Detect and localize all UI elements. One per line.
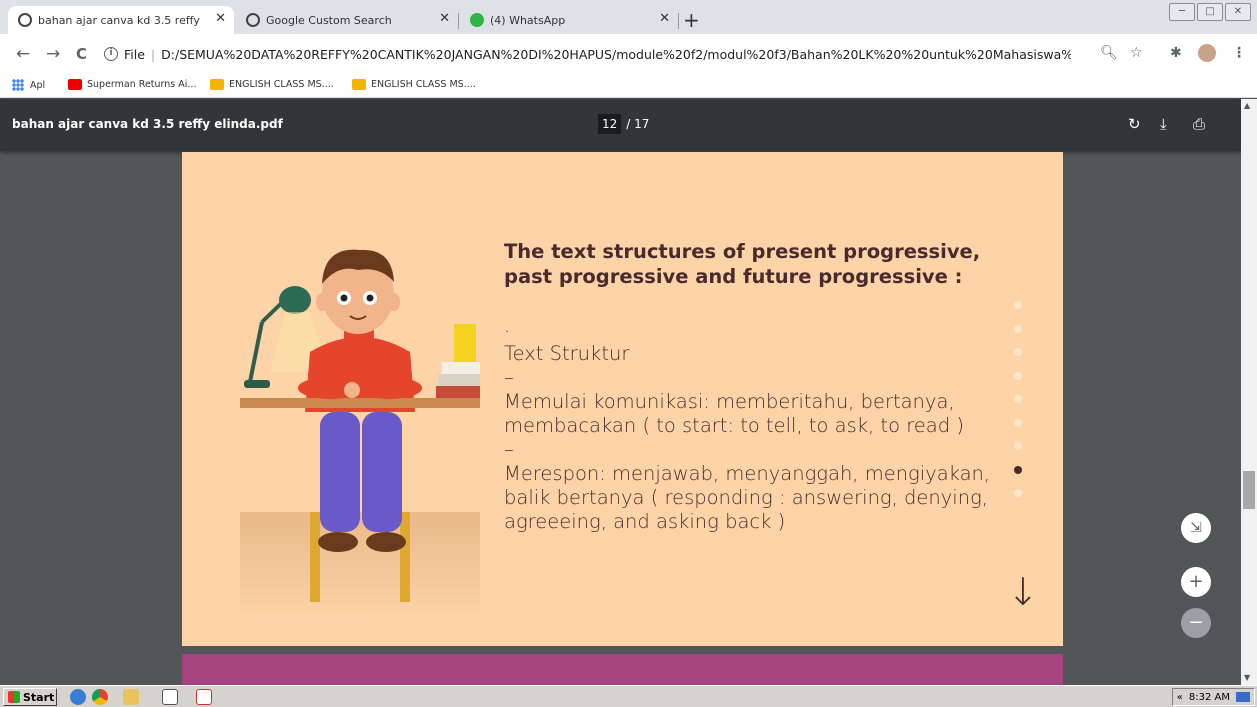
windows-taskbar: Start « 8:32 AM [0,685,1257,707]
progress-dot [1014,324,1022,333]
tab-pdf[interactable]: bahan ajar canva kd 3.5 reffy elinda ✕ [8,6,234,34]
page-number-input[interactable]: 12 [598,114,622,134]
close-icon[interactable]: ✕ [659,11,670,26]
slide-line: Merespon: menjawab, menyanggah, mengiyak… [504,462,991,533]
print-icon[interactable]: ⎙ [1193,115,1205,133]
arrow-down-icon: ↓ [1007,570,1039,614]
bookmark-label: ENGLISH CLASS MS.... [229,79,334,90]
windows-logo-icon [8,691,20,703]
pdf-filename: bahan ajar canva kd 3.5 reffy elinda.pdf [12,117,283,131]
slide-line: . [504,314,511,337]
globe-icon [246,13,260,27]
address-bar[interactable]: i File | D:/SEMUA%20DATA%20REFFY%20CANTI… [104,41,1154,67]
forward-button[interactable]: → [46,44,60,64]
tab-strip: bahan ajar canva kd 3.5 reffy elinda ✕ G… [0,0,1257,34]
tray-toggle[interactable]: « [1177,692,1183,703]
tab-title: (4) WhatsApp [490,13,566,27]
url-text[interactable]: D:/SEMUA%20DATA%20REFFY%20CANTIK%20JANGA… [161,47,1071,62]
page-total: / 17 [626,117,650,131]
reload-button[interactable]: C [76,45,87,63]
bookmark-youtube[interactable]: Superman Returns Ai... [68,79,196,90]
progress-dot [1014,442,1022,450]
slide-body: . Text Struktur – Memulai komunikasi: me… [504,314,1024,534]
progress-dot [1014,301,1022,309]
apps-grid-icon [12,79,24,91]
tab-title: Google Custom Search [266,13,392,27]
bookmark-label: Apl [30,79,46,91]
zoom-icon[interactable]: 🔍︎ [1100,45,1118,61]
bookmark-english-class-1[interactable]: ENGLISH CLASS MS.... [210,79,334,90]
fit-to-page-button[interactable]: ⇲ [1181,513,1211,543]
slide-line: – [504,366,514,389]
rotate-icon[interactable]: ↻ [1128,115,1141,133]
start-button[interactable]: Start [3,688,57,706]
bookmarks-bar: Apl Superman Returns Ai... ENGLISH CLASS… [0,74,1257,98]
browser-toolbar: ← → C i File | D:/SEMUA%20DATA%20REFFY%2… [0,34,1257,74]
tab-divider [458,13,459,29]
extensions-icon[interactable]: ✱ [1170,45,1182,61]
progress-dot [1014,395,1022,403]
tab-title: bahan ajar canva kd 3.5 reffy elinda [38,13,200,27]
progress-dot [1014,465,1022,474]
new-tab-button[interactable]: + [683,8,700,32]
progress-dot [1014,371,1022,380]
clock: 8:32 AM [1188,691,1230,703]
tab-google-search[interactable]: Google Custom Search ✕ [236,6,458,34]
close-icon[interactable]: ✕ [439,11,450,26]
tab-divider [678,13,679,29]
system-tray: « 8:32 AM [1171,688,1255,706]
menu-icon[interactable]: ⋮ [1232,45,1246,61]
bookmark-label: ENGLISH CLASS MS.... [371,79,476,90]
word-icon[interactable] [162,689,178,705]
classroom-icon [352,79,366,90]
omnibox-separator: | [150,46,156,62]
slide-heading: The text structures of present progressi… [504,240,981,288]
folder-icon[interactable] [123,689,139,705]
internet-explorer-icon[interactable] [70,689,86,705]
star-icon[interactable]: ☆ [1130,45,1143,61]
bookmark-label: Superman Returns Ai... [87,79,197,90]
progress-dot [1014,348,1022,356]
zoom-out-button[interactable]: − [1181,608,1211,638]
back-button[interactable]: ← [16,44,30,64]
bookmark-english-class-2[interactable]: ENGLISH CLASS MS.... [352,79,476,90]
network-icon[interactable] [1236,692,1250,702]
slide-line: Memulai komunikasi: memberitahu, bertany… [504,390,964,437]
scrollbar-thumb[interactable] [1243,471,1255,509]
slide-progress-dots [1014,301,1024,513]
app-icon[interactable] [196,689,212,705]
zoom-in-button[interactable]: + [1181,567,1211,597]
chrome-icon[interactable] [92,689,108,705]
scroll-up-arrow[interactable]: ▲ [1244,101,1250,110]
scrollbar[interactable]: ▲ ▼ [1241,99,1257,685]
profile-icon[interactable] [1198,44,1216,62]
download-icon[interactable]: ⤓ [1160,115,1167,133]
bookmark-apps[interactable]: Apl [12,79,45,91]
scheme-label: File [124,46,145,62]
close-icon[interactable]: ✕ [215,11,226,26]
student-illustration [240,249,480,622]
start-label: Start [23,690,55,704]
close-window-button[interactable]: ✕ [1225,3,1251,21]
globe-icon [18,13,32,27]
slide-line: – [504,438,514,461]
window-controls: ─ □ ✕ [1167,3,1251,21]
youtube-icon [68,79,82,90]
pdf-toolbar: bahan ajar canva kd 3.5 reffy elinda.pdf… [0,99,1241,151]
progress-dot [1014,489,1022,497]
page-indicator: 12 / 17 [598,114,649,134]
classroom-icon [210,79,224,90]
scroll-down-arrow[interactable]: ▼ [1244,673,1250,682]
slide-line: Text Struktur [504,342,630,365]
whatsapp-icon [470,13,484,27]
progress-dot [1014,418,1022,427]
minimize-button[interactable]: ─ [1169,3,1195,21]
pdf-page: The text structures of present progressi… [182,152,1063,646]
maximize-button[interactable]: □ [1197,3,1223,21]
tab-whatsapp[interactable]: (4) WhatsApp ✕ [460,6,678,34]
info-icon[interactable]: i [104,47,118,61]
